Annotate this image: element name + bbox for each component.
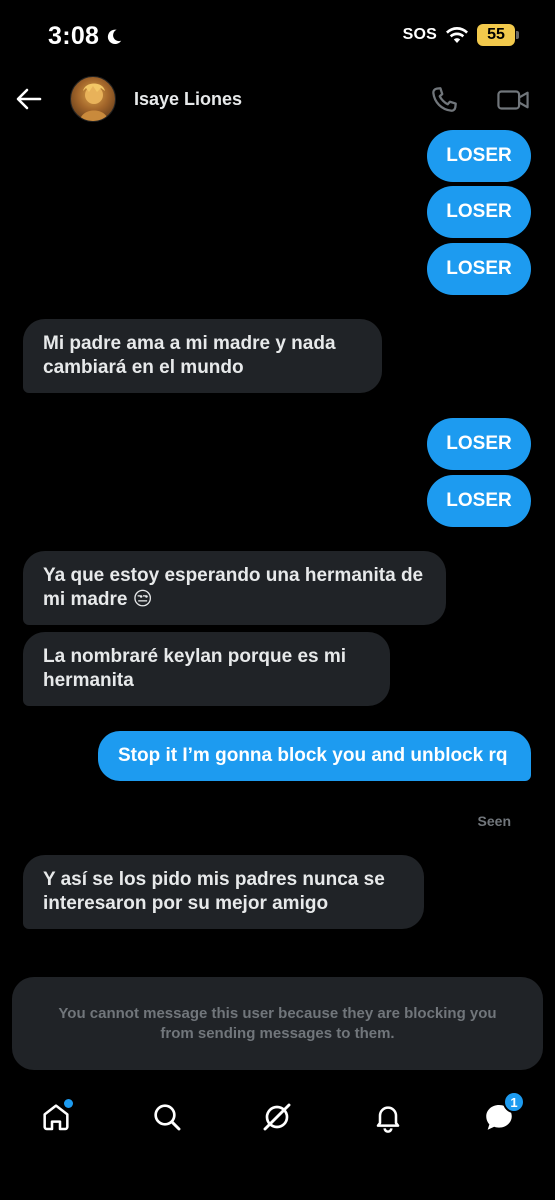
home-notification-dot — [64, 1099, 73, 1108]
nav-notifications[interactable] — [370, 1099, 406, 1135]
sos-label: SOS — [402, 26, 437, 43]
battery-level: 55 — [487, 26, 505, 43]
message-outgoing[interactable]: LOSER — [427, 130, 531, 182]
message-outgoing[interactable]: LOSER — [427, 186, 531, 238]
conversation-header: Isaye Liones — [0, 72, 555, 128]
status-time: 3:08 — [48, 22, 100, 50]
blocked-notice-text: You cannot message this user because the… — [58, 1004, 497, 1042]
seen-indicator: Seen — [477, 813, 511, 829]
nav-grok[interactable] — [259, 1099, 295, 1135]
back-button[interactable] — [14, 84, 44, 114]
message-outgoing[interactable]: LOSER — [427, 418, 531, 470]
search-icon — [154, 1104, 181, 1131]
message-incoming[interactable]: Ya que estoy esperando una hermanita de … — [23, 551, 446, 625]
contact-avatar[interactable] — [70, 76, 116, 122]
messages-badge: 1 — [503, 1091, 525, 1113]
message-outgoing[interactable]: Stop it I’m gonna block you and unblock … — [98, 731, 531, 781]
battery-tip — [516, 31, 519, 39]
message-outgoing[interactable]: LOSER — [427, 475, 531, 527]
back-arrow-icon — [16, 88, 42, 110]
status-time-group: 3:08 — [48, 22, 123, 51]
video-call-button[interactable] — [496, 84, 530, 116]
avatar-portrait — [80, 83, 108, 121]
nav-home[interactable] — [38, 1099, 74, 1135]
video-camera-icon — [497, 90, 529, 110]
message-outgoing[interactable]: LOSER — [427, 243, 531, 295]
voice-call-button[interactable] — [428, 84, 460, 116]
status-indicators: SOS 55 — [402, 24, 519, 46]
notifications-icon — [376, 1106, 400, 1133]
message-incoming[interactable]: La nombraré keylan porque es mi hermanit… — [23, 632, 390, 706]
contact-name[interactable]: Isaye Liones — [134, 89, 242, 110]
nav-messages[interactable]: 1 — [481, 1091, 525, 1135]
grok-icon — [263, 1103, 291, 1131]
status-bar: 3:08 SOS 55 — [0, 0, 555, 72]
message-incoming[interactable]: Y así se los pido mis padres nunca se in… — [23, 855, 424, 929]
bottom-nav: 1 — [0, 1085, 555, 1155]
moon-icon — [108, 29, 122, 44]
phone-icon — [432, 87, 457, 112]
wifi-icon — [446, 27, 468, 43]
message-incoming[interactable]: Mi padre ama a mi madre y nada cambiará … — [23, 319, 382, 393]
battery-indicator: 55 — [477, 24, 519, 46]
nav-search[interactable] — [149, 1099, 185, 1135]
blocked-notice: You cannot message this user because the… — [12, 977, 543, 1070]
